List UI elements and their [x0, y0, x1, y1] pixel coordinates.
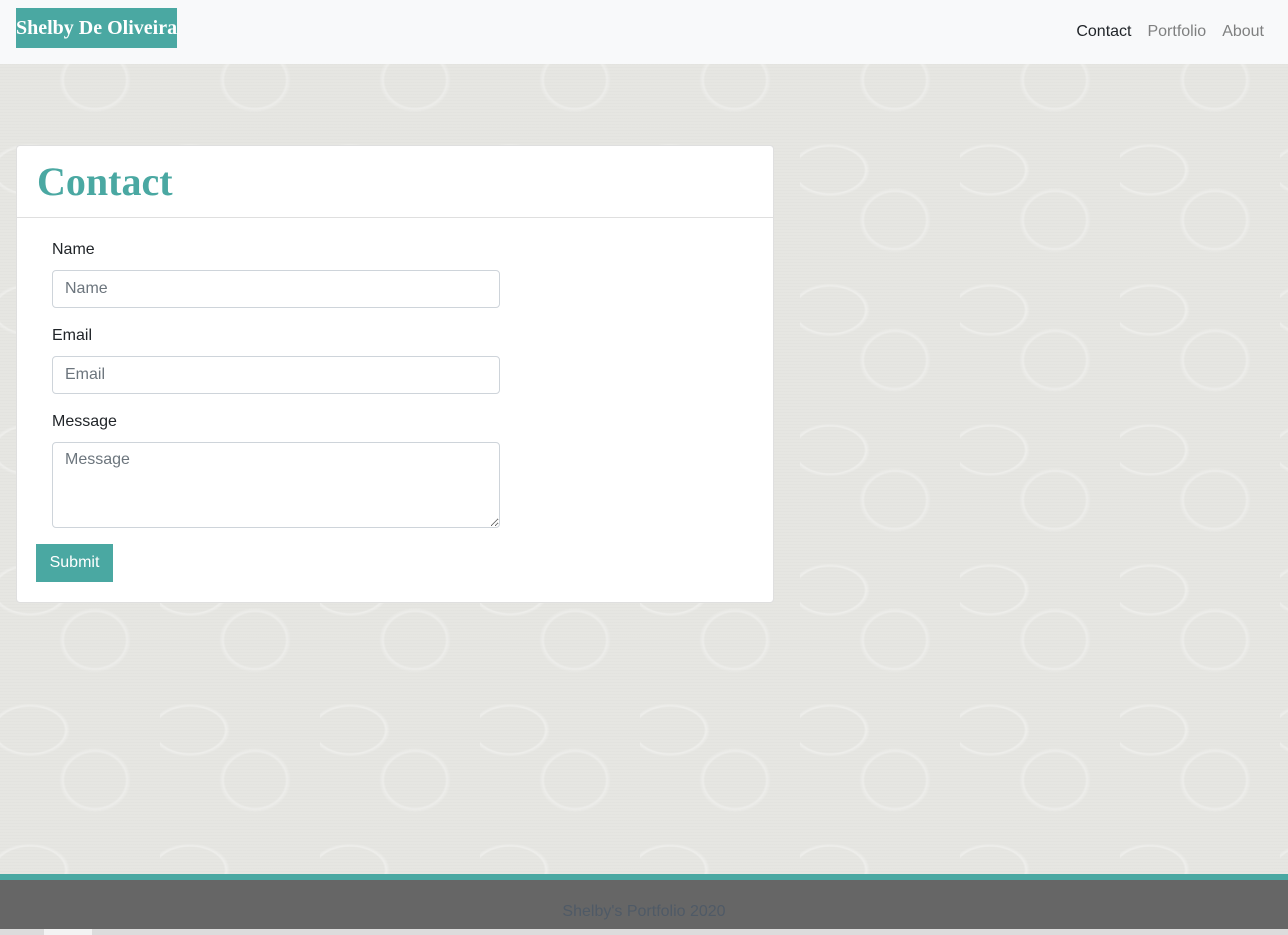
contact-card: Contact Name Email Message Submit	[16, 145, 774, 603]
email-label: Email	[52, 327, 93, 344]
nav-link-about[interactable]: About	[1214, 20, 1272, 44]
contact-form: Name Email Message	[52, 238, 500, 528]
nav-links: Contact Portfolio About	[1068, 0, 1272, 64]
message-label: Message	[52, 413, 117, 430]
message-field[interactable]	[52, 442, 500, 528]
brand-logo-link[interactable]: Shelby De Oliveira	[16, 8, 177, 48]
email-field[interactable]	[52, 356, 500, 394]
name-label: Name	[52, 241, 95, 258]
nav-link-portfolio[interactable]: Portfolio	[1139, 20, 1214, 44]
scrollbar-thumb[interactable]	[44, 929, 92, 935]
footer: Shelby's Portfolio 2020	[0, 874, 1288, 929]
card-header: Contact	[17, 146, 773, 218]
navbar: Shelby De Oliveira Contact Portfolio Abo…	[0, 0, 1288, 64]
name-field[interactable]	[52, 270, 500, 308]
horizontal-scrollbar[interactable]	[0, 929, 1288, 935]
page-title: Contact	[37, 159, 173, 204]
nav-link-contact[interactable]: Contact	[1068, 20, 1139, 44]
footer-text: Shelby's Portfolio 2020	[562, 903, 726, 920]
submit-button[interactable]: Submit	[36, 544, 113, 582]
